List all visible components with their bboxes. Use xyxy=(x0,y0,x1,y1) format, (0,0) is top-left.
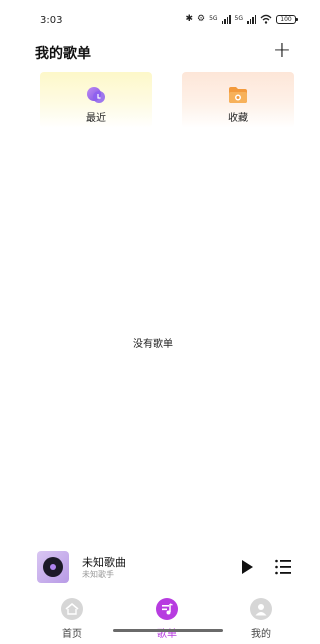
favorites-card[interactable]: 收藏 xyxy=(182,72,294,128)
profile-icon xyxy=(250,598,272,620)
empty-state-message: 没有歌单 xyxy=(133,339,173,350)
header: 我的歌单 + xyxy=(0,38,306,68)
recent-icon xyxy=(87,87,105,103)
recent-label: 最近 xyxy=(86,113,106,124)
nav-label-playlists: 歌单 xyxy=(157,629,177,640)
nav-label-home: 首页 xyxy=(62,629,82,640)
vibrate-icon: ⚙ xyxy=(196,14,206,24)
playlist-nav-icon xyxy=(156,598,178,620)
play-icon xyxy=(242,560,253,574)
mini-player[interactable]: 未知歌曲 未知歌手 xyxy=(0,548,306,588)
home-indicator[interactable] xyxy=(113,629,223,632)
playlist-icon xyxy=(275,559,291,575)
home-icon xyxy=(61,598,83,620)
favorites-label: 收藏 xyxy=(228,113,248,124)
nav-item-mine[interactable]: 我的 xyxy=(231,596,291,640)
network-2-label: 5G xyxy=(234,15,243,22)
wifi-icon xyxy=(260,14,272,24)
status-time: 3:03 xyxy=(40,15,63,26)
song-artist: 未知歌手 xyxy=(82,570,114,579)
status-icons: ✱ ⚙ 5G 5G 100 xyxy=(185,13,298,25)
bottom-nav: 首页 歌单 我的 xyxy=(0,592,306,644)
playlist-button[interactable] xyxy=(274,558,292,576)
battery-icon: 100 xyxy=(276,14,298,24)
song-title: 未知歌曲 xyxy=(82,556,126,569)
nav-item-home[interactable]: 首页 xyxy=(42,596,102,640)
status-bar: 3:03 ✱ ⚙ 5G 5G 100 xyxy=(0,0,306,40)
signal-2-icon xyxy=(247,14,256,24)
page-title: 我的歌单 xyxy=(35,46,91,62)
nav-item-playlists[interactable]: 歌单 xyxy=(137,596,197,640)
nav-label-mine: 我的 xyxy=(251,629,271,640)
add-playlist-button[interactable]: + xyxy=(270,38,294,63)
vinyl-disc-icon xyxy=(43,557,63,577)
bluetooth-icon: ✱ xyxy=(185,14,193,24)
album-art[interactable] xyxy=(37,551,69,583)
signal-1-icon xyxy=(221,14,231,24)
play-button[interactable] xyxy=(238,558,256,576)
network-1-label: 5G xyxy=(209,15,218,22)
favorites-folder-icon xyxy=(229,87,247,103)
recent-card[interactable]: 最近 xyxy=(40,72,152,128)
